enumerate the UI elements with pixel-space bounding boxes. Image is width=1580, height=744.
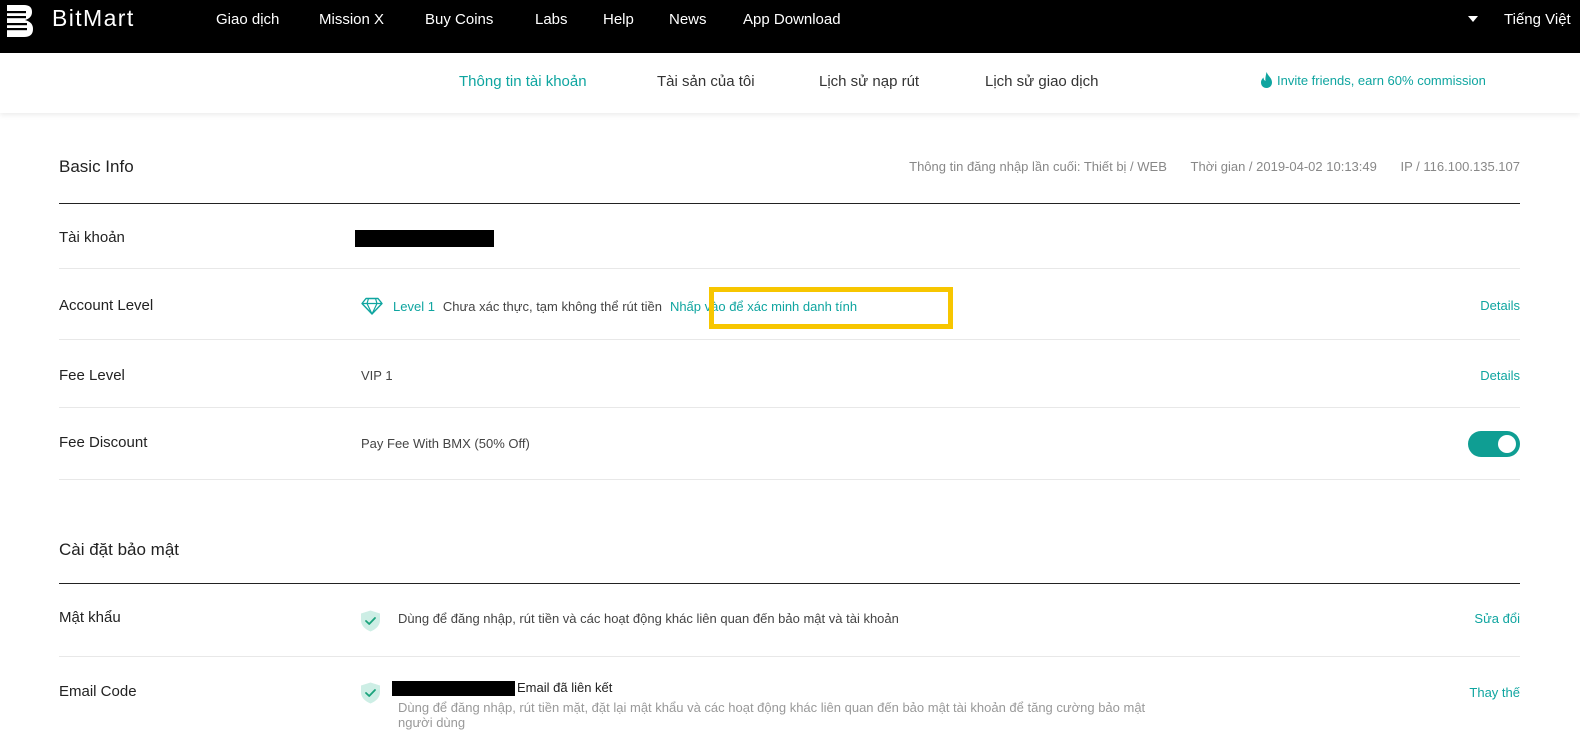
email-bound-status: Email đã liên kết bbox=[517, 680, 613, 695]
shield-check-icon bbox=[361, 610, 380, 632]
diamond-icon bbox=[361, 297, 383, 315]
security-settings-title: Cài đặt bảo mật bbox=[59, 540, 180, 559]
chevron-down-icon[interactable] bbox=[1467, 12, 1479, 26]
invite-text: Invite friends, earn 60% commission bbox=[1277, 72, 1486, 88]
invite-friends-link[interactable]: Invite friends, earn 60% commission bbox=[1260, 72, 1486, 88]
fee-level-label: Fee Level bbox=[59, 367, 125, 384]
account-level-details-link[interactable]: Details bbox=[1480, 298, 1520, 313]
nav-item-app-download[interactable]: App Download bbox=[743, 11, 841, 28]
fee-discount-value: Pay Fee With BMX (50% Off) bbox=[361, 436, 530, 451]
nav-item-mission-x[interactable]: Mission X bbox=[319, 11, 384, 28]
tab-deposit-withdraw-history[interactable]: Lịch sử nạp rút bbox=[819, 73, 919, 90]
verification-status: Chưa xác thực, tạm không thể rút tiền bbox=[442, 298, 662, 314]
fee-level-details-link[interactable]: Details bbox=[1480, 368, 1520, 383]
divider bbox=[59, 339, 1520, 340]
last-login-time: Thời gian / 2019-04-02 10:13:49 bbox=[1190, 159, 1377, 174]
divider bbox=[59, 203, 1520, 204]
divider bbox=[59, 407, 1520, 408]
fire-icon bbox=[1261, 72, 1272, 88]
fee-discount-label: Fee Discount bbox=[59, 434, 148, 451]
account-sub-navigation: Thông tin tài khoản Tài sản của tôi Lịch… bbox=[0, 53, 1580, 113]
tab-account-info[interactable]: Thông tin tài khoản bbox=[459, 73, 587, 90]
nav-item-help[interactable]: Help bbox=[603, 11, 634, 28]
divider bbox=[59, 479, 1520, 480]
nav-item-trade[interactable]: Giao dịch bbox=[216, 11, 279, 28]
last-login-info: Thông tin đăng nhập lần cuối: Thiết bị /… bbox=[889, 159, 1520, 174]
replace-email-link[interactable]: Thay thế bbox=[1469, 685, 1520, 700]
account-label: Tài khoản bbox=[59, 229, 125, 246]
password-description: Dùng để đăng nhập, rút tiền và các hoạt … bbox=[398, 611, 899, 626]
divider bbox=[59, 268, 1520, 269]
level-badge: Level 1 bbox=[393, 298, 435, 314]
last-login-device: Thông tin đăng nhập lần cuối: Thiết bị /… bbox=[909, 159, 1167, 174]
highlight-box bbox=[709, 287, 953, 329]
fee-discount-toggle[interactable] bbox=[1468, 431, 1520, 457]
divider bbox=[59, 583, 1520, 584]
brand-name: BitMart bbox=[52, 5, 135, 31]
redacted-account-id bbox=[355, 230, 494, 247]
tab-my-assets[interactable]: Tài sản của tôi bbox=[657, 73, 755, 90]
tab-trade-history[interactable]: Lịch sử giao dịch bbox=[985, 73, 1098, 90]
account-level-label: Account Level bbox=[59, 297, 154, 314]
last-login-ip: IP / 116.100.135.107 bbox=[1400, 159, 1520, 174]
password-label: Mật khẩu bbox=[59, 609, 121, 626]
bitmart-logo-icon bbox=[4, 5, 33, 37]
nav-item-news[interactable]: News bbox=[669, 11, 707, 28]
redacted-email bbox=[392, 681, 515, 696]
toggle-knob bbox=[1498, 435, 1516, 453]
language-selector[interactable]: Tiếng Việt bbox=[1504, 11, 1571, 28]
change-password-link[interactable]: Sửa đổi bbox=[1474, 611, 1520, 626]
email-code-label: Email Code bbox=[59, 683, 137, 700]
divider bbox=[59, 656, 1520, 657]
basic-info-title: Basic Info bbox=[59, 157, 134, 176]
nav-item-labs[interactable]: Labs bbox=[535, 11, 568, 28]
nav-item-buy-coins[interactable]: Buy Coins bbox=[425, 11, 493, 28]
email-code-description: Dùng để đăng nhập, rút tiền mặt, đặt lại… bbox=[398, 700, 1146, 730]
top-navigation-bar: BitMart Giao dịch Mission X Buy Coins La… bbox=[0, 0, 1580, 53]
fee-level-value: VIP 1 bbox=[361, 368, 393, 383]
shield-check-icon bbox=[361, 682, 380, 704]
